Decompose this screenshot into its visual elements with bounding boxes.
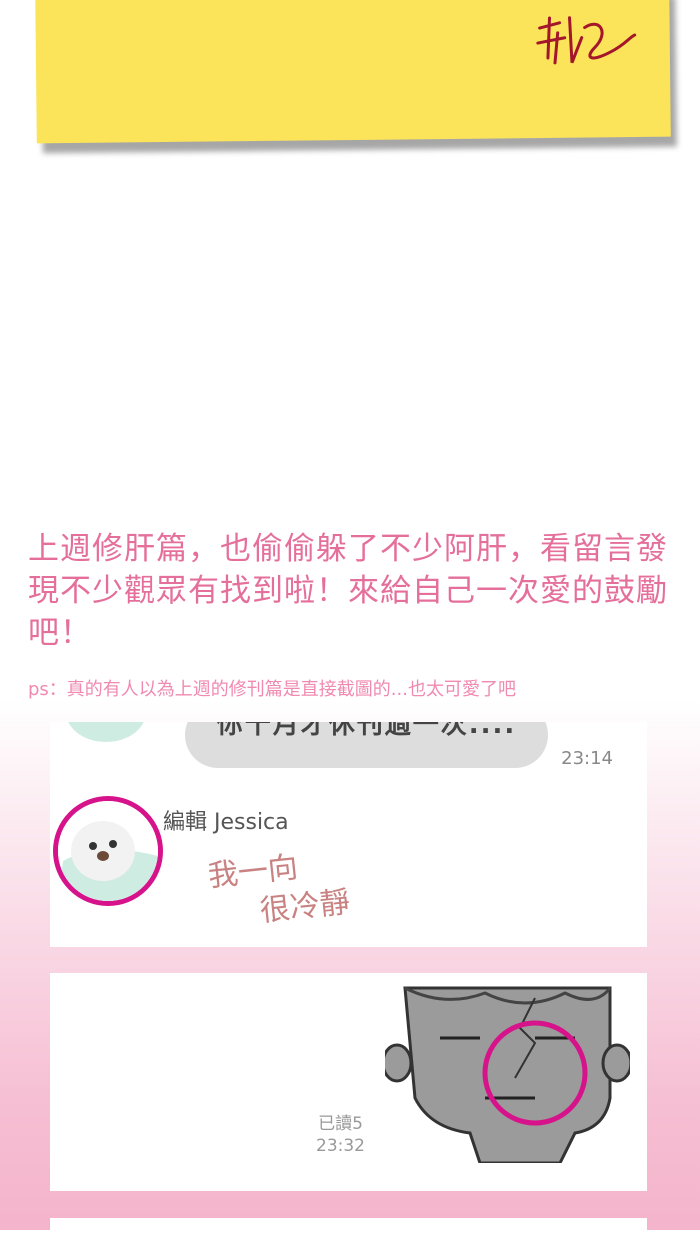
caption-main: 上週修肝篇，也偷偷躲了不少阿肝，看留言發現不少觀眾有找到啦！來給自己一次愛的鼓勵… [28, 531, 668, 651]
sticker-text: 我一向 很冷靜 [206, 843, 352, 937]
ghost-avatar-icon [58, 801, 158, 901]
chat-panel-3 [50, 1218, 647, 1238]
stone-face-sticker [385, 986, 630, 1163]
sender-name: 編輯 Jessica [163, 810, 289, 835]
sticker-line-1: 我一向 [206, 850, 300, 895]
message-time: 23:32 [316, 1136, 365, 1156]
read-status: 已讀5 23:32 [316, 1113, 365, 1157]
sticky-note [35, 0, 671, 144]
avatar [66, 722, 146, 742]
read-label: 已讀5 [318, 1114, 363, 1134]
avatar-highlight [53, 796, 163, 906]
signature [536, 16, 637, 65]
message-bubble: 你十月才休刊過一次.... [185, 722, 548, 768]
message-time: 23:14 [561, 748, 613, 769]
chat-panel-1: 你十月才休刊過一次.... 23:14 編輯 Jessica 我一向 很冷靜 [50, 722, 647, 947]
chat-panel-2: 已讀5 23:32 [50, 973, 647, 1191]
caption-ps: ps：真的有人以為上週的修刊篇是直接截圖的...也太可愛了吧 [28, 679, 516, 700]
